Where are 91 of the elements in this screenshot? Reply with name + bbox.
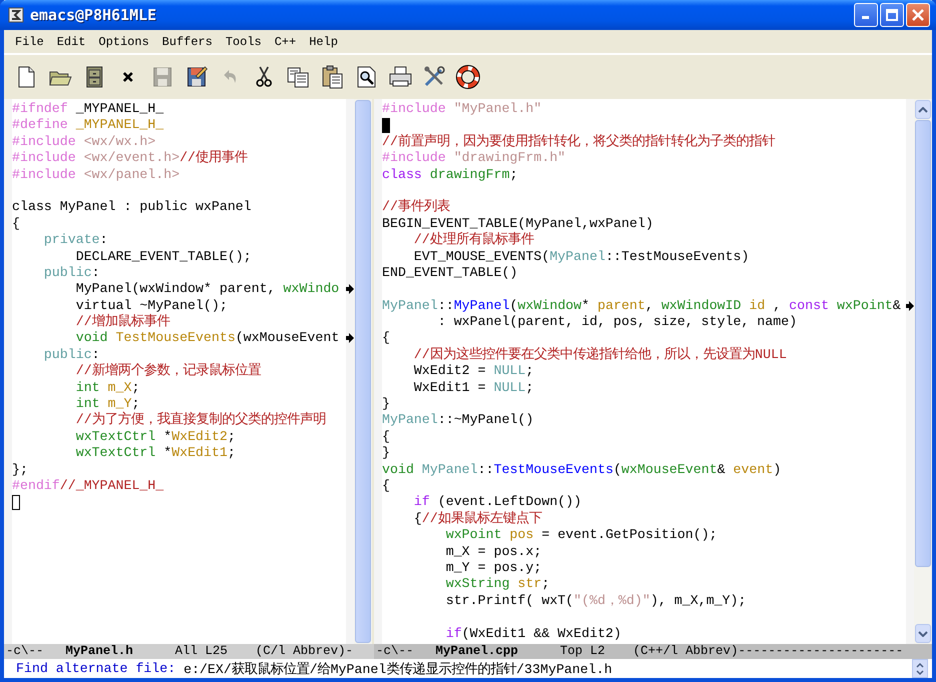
menu-item[interactable]: Options xyxy=(92,32,156,50)
code-line: if (event.LeftDown()) xyxy=(412,494,582,510)
code-line: m_Y = pos.y; xyxy=(444,560,543,576)
code-line: #include <wx/wx.h> xyxy=(12,134,157,150)
scrollbar-thumb[interactable] xyxy=(915,120,931,567)
code-line: class MyPanel : public wxPanel xyxy=(12,199,252,216)
app-icon xyxy=(8,7,24,23)
code-line: m_X = pos.x; xyxy=(444,544,543,560)
code-line: wxTextCtrl *WxEdit1; xyxy=(74,445,236,462)
code-line: { xyxy=(12,216,21,232)
scroll-down-button[interactable] xyxy=(915,624,931,643)
code-line: } xyxy=(382,396,391,412)
minibuffer-prompt: Find alternate file: xyxy=(15,661,176,676)
buffer-name: MyPanel.h xyxy=(66,644,134,659)
code-line: //事件列表 xyxy=(382,199,451,216)
code-line: MyPanel::MyPanel(wxWindow* parent, wxWindowID id , const wxPoint& xyxy=(382,298,906,314)
scrollbar[interactable] xyxy=(914,99,932,644)
code-line: : wxPanel(parent, id, pos, size, style, name) xyxy=(436,314,798,330)
code-line: #include <wx/panel.h> xyxy=(12,166,181,183)
mode-line-dashes: ---------------------- xyxy=(738,644,904,659)
minimize-button[interactable] xyxy=(854,3,878,27)
code-line: #endif//_MYPANEL_H_ xyxy=(12,478,165,494)
chevron-up-icon xyxy=(918,106,928,112)
close-button[interactable] xyxy=(906,3,930,27)
code-line: public: xyxy=(42,346,101,362)
code-line: { xyxy=(382,330,391,347)
major-mode: (C/l Abbrev)- xyxy=(256,644,354,659)
code-line: private: xyxy=(42,232,109,249)
code-line: END_EVENT_TABLE() xyxy=(382,264,519,282)
menu-item[interactable]: Tools xyxy=(218,32,268,50)
code-line: wxPoint pos = event.GetPosition(); xyxy=(444,527,718,544)
code-line: int m_X; xyxy=(74,380,141,396)
menu-item[interactable]: Edit xyxy=(50,32,92,50)
code-line: wxString str; xyxy=(444,576,551,593)
code-line: #include <wx/event.h>//使用事件 xyxy=(12,150,249,167)
code-line: //增加鼠标事件 xyxy=(74,314,171,330)
minibuffer-input[interactable]: e:/EX/获取鼠标位置/给MyPanel类传递显示控件的指针/33MyPanel.h xyxy=(184,660,612,678)
code-line: WxEdit1 = NULL; xyxy=(412,380,535,396)
code-line: wxTextCtrl *WxEdit2; xyxy=(74,428,236,446)
code-line: MyPanel::~MyPanel() xyxy=(382,412,535,429)
code-line: str.Printf( wxT("(%d，%d)"), m_X,m_Y); xyxy=(444,592,748,610)
code-line: #ifndef _MYPANEL_H_ xyxy=(12,101,165,118)
buffer-position: Top L2 xyxy=(560,644,606,659)
code-line: EVT_MOUSE_EVENTS(MyPanel::TestMouseEvents) xyxy=(412,248,750,265)
menu-item[interactable]: C++ xyxy=(267,32,302,50)
menu-item[interactable]: Buffers xyxy=(155,32,218,50)
code-line: void MyPanel::TestMouseEvents(wxMouseEvent& event) xyxy=(382,462,782,478)
close-icon xyxy=(912,9,924,21)
minibuffer-scrollbar[interactable] xyxy=(912,659,928,678)
code-line: //前置声明，因为要使用指针转化，将父类的指针转化为子类的指针 xyxy=(382,134,776,150)
code-line: //处理所有鼠标事件 xyxy=(412,232,535,249)
code-line: {//如果鼠标左键点下 xyxy=(412,510,543,528)
lifebuoy-icon xyxy=(456,65,480,89)
code-line: WxEdit2 = NULL; xyxy=(412,363,535,380)
code-line: //新增两个参数，记录鼠标位置 xyxy=(74,363,262,380)
printer-icon xyxy=(388,65,412,89)
code-line: MyPanel(wxWindow* parent, wxWindo xyxy=(12,281,346,298)
toolbar-button[interactable] xyxy=(454,62,481,92)
wrench-screwdriver-icon xyxy=(422,65,446,89)
chevron-down-icon xyxy=(918,630,928,636)
mode-line-flags: -c\-- xyxy=(5,644,44,659)
maximize-icon xyxy=(886,9,898,21)
buffer-position: All L25 xyxy=(175,644,228,659)
scroll-up-button[interactable] xyxy=(915,100,931,119)
major-mode: (C++/l Abbrev) xyxy=(633,644,738,659)
code-line: int m_Y; xyxy=(74,396,141,412)
maximize-button[interactable] xyxy=(880,3,904,27)
menu-item[interactable]: Help xyxy=(302,32,344,50)
code-line: if(WxEdit1 && WxEdit2) xyxy=(444,626,622,642)
code-line: virtual ~MyPanel(); xyxy=(74,298,228,314)
paste-icon xyxy=(320,65,344,89)
code-line: #include "drawingFrm.h" xyxy=(382,150,567,167)
code-line: } xyxy=(382,445,391,462)
mode-line-flags: -c\-- xyxy=(375,644,414,659)
code-line: //因为这些控件要在父类中传递指针给他，所以，先设置为NULL xyxy=(412,346,788,364)
code-line: DECLARE_EVENT_TABLE(); xyxy=(74,248,252,265)
code-line: public: xyxy=(42,264,101,282)
code-line: BEGIN_EVENT_TABLE(MyPanel,wxPanel) xyxy=(382,216,654,232)
menu-item[interactable]: File xyxy=(8,32,50,50)
window-title: emacs@P8H61MLE xyxy=(30,6,156,24)
buffer-name: MyPanel.cpp xyxy=(436,644,518,659)
code-line: class drawingFrm; xyxy=(382,166,519,183)
code-line: #define _MYPANEL_H_ xyxy=(12,117,165,134)
copy-icon xyxy=(286,65,310,89)
code-line: }; xyxy=(12,462,29,478)
code-line: { xyxy=(382,478,391,494)
code-line: void TestMouseEvents(wxMouseEvent xyxy=(12,330,346,347)
code-line: //为了方便，我直接复制的父类的控件声明 xyxy=(74,412,327,429)
up-down-arrows-icon xyxy=(916,662,924,676)
code-line: #include "MyPanel.h" xyxy=(382,101,543,118)
code-line: { xyxy=(382,428,391,446)
